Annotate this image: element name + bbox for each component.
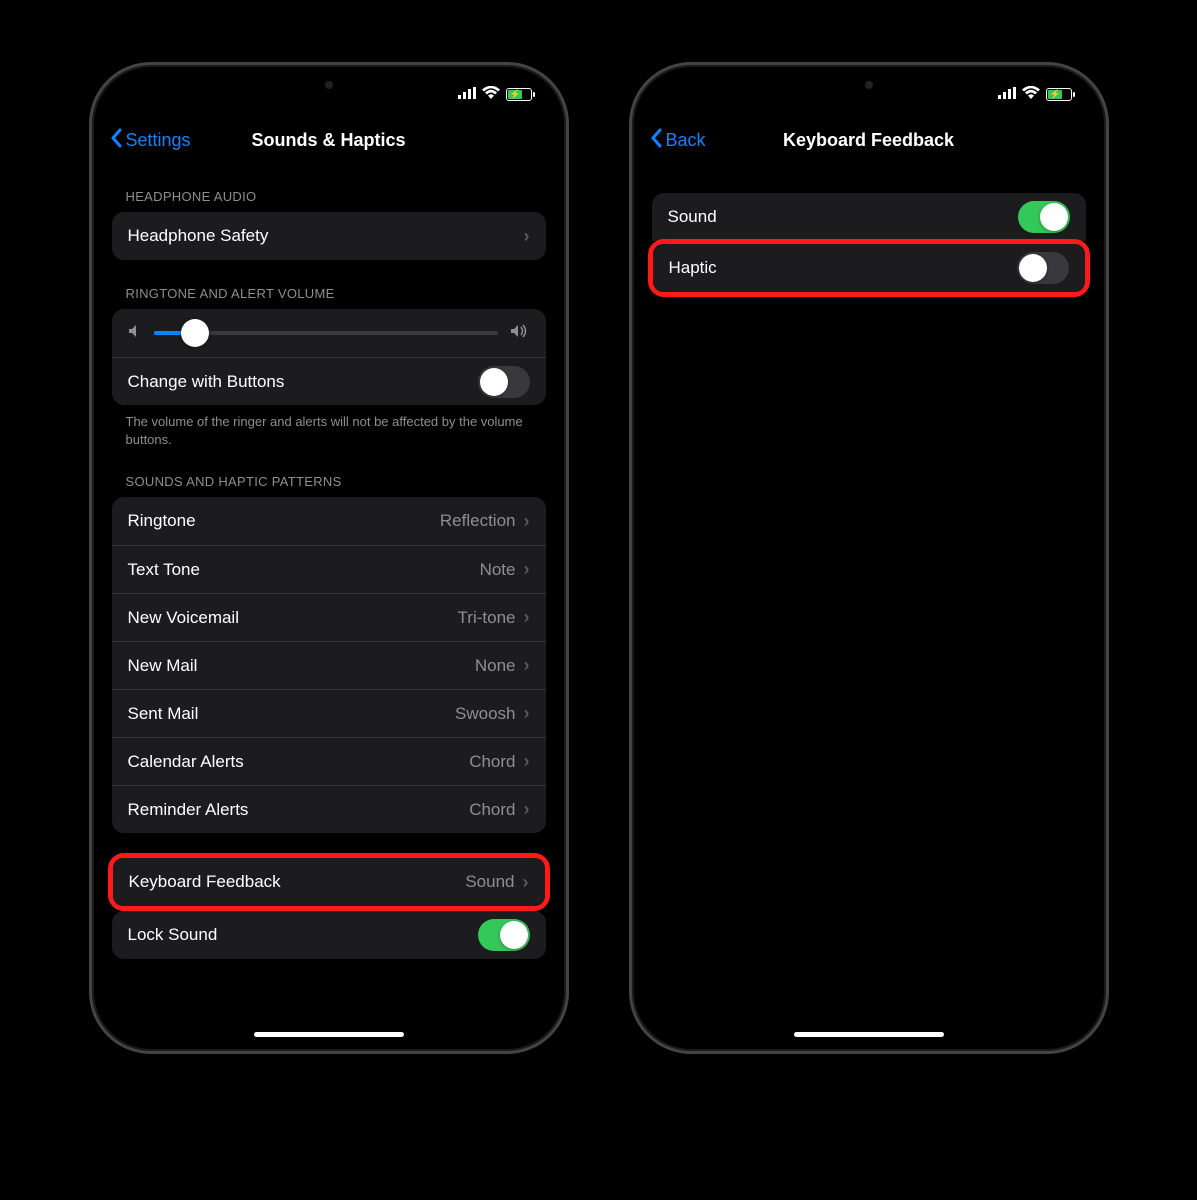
sound-label: Sound [668,207,1018,227]
haptic-toggle[interactable] [1017,252,1069,284]
chevron-left-icon [110,128,122,153]
notch [244,71,414,105]
pattern-label: New Mail [128,656,475,676]
chevron-right-icon: › [524,799,530,820]
highlight-keyboard-feedback: Keyboard Feedback Sound › [108,853,550,911]
chevron-left-icon [650,128,662,153]
volume-footer: The volume of the ringer and alerts will… [112,405,546,448]
highlight-haptic: Haptic [648,239,1090,297]
pattern-row[interactable]: Calendar AlertsChord › [112,737,546,785]
battery-icon [506,88,532,101]
pattern-row[interactable]: New MailNone › [112,641,546,689]
pattern-value: Tri-tone [458,608,516,628]
nav-bar: Back Keyboard Feedback [638,117,1100,163]
chevron-right-icon: › [524,607,530,628]
sound-toggle[interactable] [1018,201,1070,233]
volume-high-icon [510,323,530,344]
page-title: Keyboard Feedback [638,130,1100,151]
change-with-buttons-row[interactable]: Change with Buttons [112,357,546,405]
phone-right: Back Keyboard Feedback Sound Haptic [629,62,1109,1054]
chevron-right-icon: › [524,655,530,676]
ringtone-volume-header: RINGTONE AND ALERT VOLUME [112,260,546,309]
volume-low-icon [128,324,142,343]
lock-sound-row[interactable]: Lock Sound [112,911,546,959]
volume-slider-row [112,309,546,357]
pattern-row[interactable]: Sent MailSwoosh › [112,689,546,737]
lock-sound-label: Lock Sound [128,925,478,945]
battery-icon [1046,88,1072,101]
wifi-icon [1022,86,1040,103]
back-button[interactable]: Settings [110,128,191,153]
change-buttons-toggle[interactable] [478,366,530,398]
headphone-audio-header: HEADPHONE AUDIO [112,163,546,212]
notch [784,71,954,105]
headphone-safety-label: Headphone Safety [128,226,524,246]
chevron-right-icon: › [524,751,530,772]
chevron-right-icon: › [523,872,529,893]
chevron-right-icon: › [524,511,530,532]
back-label: Back [666,130,706,151]
patterns-header: SOUNDS AND HAPTIC PATTERNS [112,448,546,497]
chevron-right-icon: › [524,559,530,580]
cellular-icon [458,86,476,103]
pattern-label: Calendar Alerts [128,752,470,772]
pattern-value: Chord [469,800,515,820]
keyboard-feedback-row[interactable]: Keyboard Feedback Sound › [113,858,545,906]
back-button[interactable]: Back [650,128,706,153]
pattern-value: Reflection [440,511,516,531]
pattern-value: Swoosh [455,704,515,724]
pattern-label: Ringtone [128,511,440,531]
pattern-value: Note [480,560,516,580]
keyboard-feedback-value: Sound [465,872,514,892]
pattern-value: None [475,656,516,676]
keyboard-feedback-label: Keyboard Feedback [129,872,466,892]
home-indicator[interactable] [794,1032,944,1037]
home-indicator[interactable] [254,1032,404,1037]
slider-thumb[interactable] [181,319,209,347]
wifi-icon [482,86,500,103]
pattern-label: New Voicemail [128,608,458,628]
chevron-right-icon: › [524,226,530,247]
sound-row[interactable]: Sound [652,193,1086,241]
lock-sound-toggle[interactable] [478,919,530,951]
pattern-label: Sent Mail [128,704,456,724]
back-label: Settings [126,130,191,151]
pattern-row[interactable]: New VoicemailTri-tone › [112,593,546,641]
pattern-value: Chord [469,752,515,772]
pattern-label: Text Tone [128,560,480,580]
chevron-right-icon: › [524,703,530,724]
pattern-row[interactable]: Reminder AlertsChord › [112,785,546,833]
haptic-label: Haptic [669,258,1017,278]
headphone-safety-row[interactable]: Headphone Safety › [112,212,546,260]
haptic-row[interactable]: Haptic [653,244,1085,292]
pattern-row[interactable]: Text ToneNote › [112,545,546,593]
pattern-label: Reminder Alerts [128,800,470,820]
phone-left: Settings Sounds & Haptics HEADPHONE AUDI… [89,62,569,1054]
volume-slider[interactable] [154,331,498,335]
change-buttons-label: Change with Buttons [128,372,478,392]
nav-bar: Settings Sounds & Haptics [98,117,560,163]
pattern-row[interactable]: RingtoneReflection › [112,497,546,545]
cellular-icon [998,86,1016,103]
